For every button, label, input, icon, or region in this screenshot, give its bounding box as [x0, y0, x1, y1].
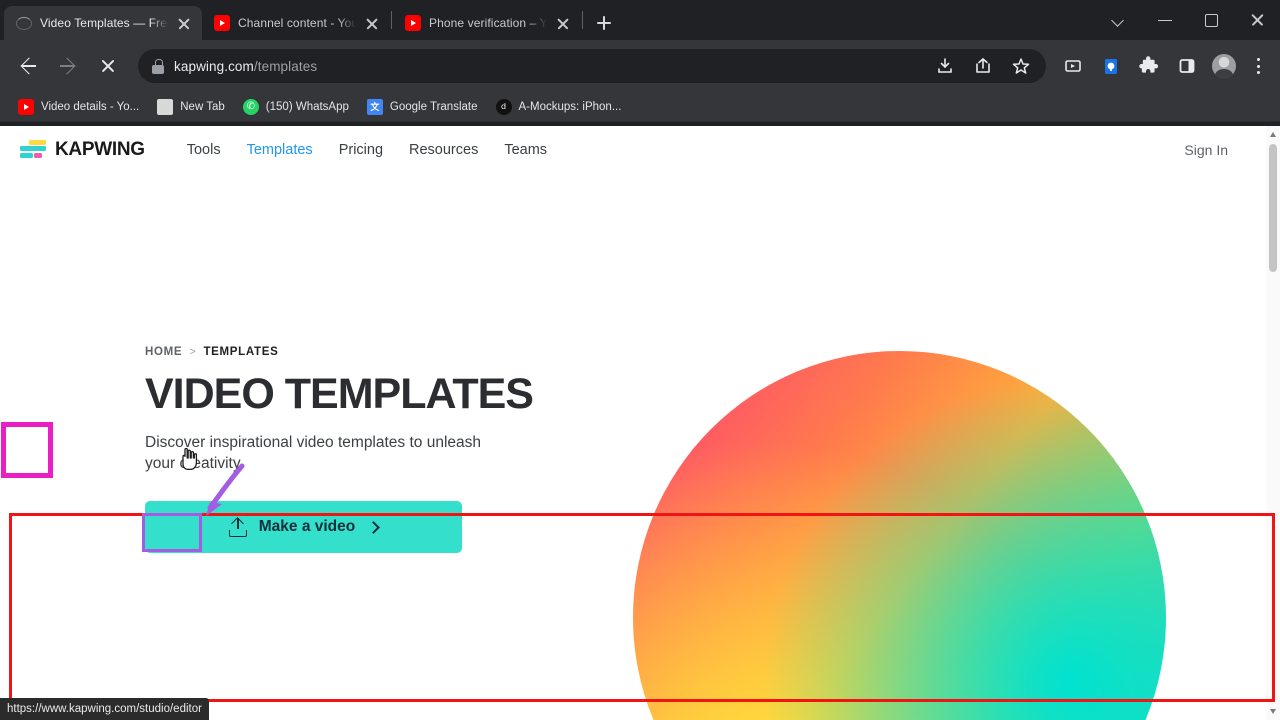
loading-spinner-icon: [16, 16, 32, 30]
lock-icon: [152, 59, 164, 74]
tab-close-icon[interactable]: [364, 15, 380, 31]
tab-close-icon[interactable]: [176, 15, 192, 31]
bookmark-label: Google Translate: [389, 100, 478, 113]
tab-close-icon[interactable]: [555, 15, 571, 31]
close-window-icon[interactable]: [1234, 0, 1280, 40]
sign-in-button[interactable]: Sign In: [1184, 142, 1228, 158]
chrome-menu-icon[interactable]: [1244, 49, 1272, 83]
tab-title: Video Templates — Free Custo: [40, 16, 168, 30]
kapwing-logo-text: KAPWING: [55, 139, 145, 160]
page-title: VIDEO TEMPLATES: [145, 370, 534, 418]
a-mockups-icon: ⅾ: [495, 98, 512, 115]
tab-title: Channel content - YouTube Stu: [238, 16, 356, 30]
nav-item-templates[interactable]: Templates: [247, 142, 313, 158]
breadcrumb: HOME > TEMPLATES: [145, 346, 533, 358]
browser-tab-1[interactable]: Channel content - YouTube Stu: [202, 6, 390, 40]
nav-item-teams[interactable]: Teams: [504, 142, 547, 158]
share-icon[interactable]: [968, 51, 998, 81]
address-bar[interactable]: kapwing.com/templates: [138, 49, 1046, 83]
bookmark-label: Video details - Yo...: [41, 100, 140, 113]
tab-title: Phone verification – YouTube: [429, 16, 547, 30]
highlight-region-magenta: [1, 422, 53, 478]
tab-strip: Video Templates — Free Custo Channel con…: [0, 0, 1280, 40]
browser-tab-0[interactable]: Video Templates — Free Custo: [4, 6, 202, 40]
site-header: KAPWING Tools Templates Pricing Resource…: [0, 126, 1280, 174]
side-panel-icon[interactable]: [1171, 50, 1203, 82]
site-nav: Tools Templates Pricing Resources Teams: [187, 142, 547, 158]
bookmarks-bar: Video details - Yo... New Tab ✆ (150) Wh…: [0, 92, 1280, 122]
omnibox-icons: [930, 51, 1036, 81]
bookmark-item-0[interactable]: Video details - Yo...: [10, 95, 147, 119]
url-domain: kapwing.com: [174, 58, 254, 74]
forward-arrow-icon[interactable]: [51, 49, 85, 83]
bookmark-label: (150) WhatsApp: [265, 100, 349, 113]
kapwing-logo-icon: [20, 139, 46, 161]
nav-item-tools[interactable]: Tools: [187, 142, 221, 158]
install-icon[interactable]: [930, 51, 960, 81]
scrollbar-thumb[interactable]: [1269, 144, 1277, 272]
maximize-icon[interactable]: [1188, 0, 1234, 40]
youtube-icon: [214, 15, 230, 31]
browser-window: Video Templates — Free Custo Channel con…: [0, 0, 1280, 720]
password-manager-icon[interactable]: [1095, 50, 1127, 82]
google-translate-icon: 文: [366, 98, 383, 115]
bookmark-item-3[interactable]: 文 Google Translate: [359, 95, 486, 119]
tab-divider: [582, 11, 583, 29]
new-tab-button[interactable]: [590, 9, 618, 37]
tab-divider: [391, 11, 392, 29]
status-bar-url-text: https://www.kapwing.com/studio/editor: [7, 703, 202, 715]
stop-loading-icon[interactable]: [91, 49, 125, 83]
minimize-icon[interactable]: [1142, 0, 1188, 40]
status-bar-url: https://www.kapwing.com/studio/editor: [0, 698, 209, 720]
youtube-icon: [18, 98, 34, 115]
browser-toolbar: kapwing.com/templates: [0, 40, 1280, 92]
bookmark-item-4[interactable]: ⅾ A-Mockups: iPhon...: [488, 95, 630, 119]
back-arrow-icon[interactable]: [11, 49, 45, 83]
window-controls: [1096, 0, 1280, 40]
bookmark-star-icon[interactable]: [1006, 51, 1036, 81]
youtube-icon: [405, 15, 421, 31]
extensions-puzzle-icon[interactable]: [1133, 50, 1165, 82]
bookmark-item-1[interactable]: New Tab: [149, 95, 233, 119]
profile-avatar[interactable]: [1212, 54, 1236, 78]
breadcrumb-home[interactable]: HOME: [145, 346, 182, 358]
bookmark-label: New Tab: [180, 100, 225, 113]
breadcrumb-separator: >: [189, 346, 197, 358]
reading-list-icon[interactable]: [1057, 50, 1089, 82]
bookmark-label: A-Mockups: iPhon...: [518, 100, 622, 113]
nav-item-pricing[interactable]: Pricing: [339, 142, 383, 158]
nav-item-resources[interactable]: Resources: [409, 142, 478, 158]
breadcrumb-current: TEMPLATES: [203, 346, 279, 358]
browser-tab-2[interactable]: Phone verification – YouTube: [393, 6, 581, 40]
address-bar-text: kapwing.com/templates: [174, 59, 317, 74]
kapwing-logo[interactable]: KAPWING: [20, 139, 145, 161]
mouse-cursor-pointer: [182, 447, 198, 471]
whatsapp-icon: ✆: [242, 98, 259, 115]
scroll-up-arrow-icon[interactable]: [1269, 132, 1276, 137]
scroll-down-arrow-icon[interactable]: [1269, 709, 1276, 714]
url-path: /templates: [253, 58, 318, 74]
blank-page-icon: [157, 98, 174, 115]
bookmark-item-2[interactable]: ✆ (150) WhatsApp: [235, 95, 357, 119]
chevron-down-icon[interactable]: [1096, 0, 1142, 40]
